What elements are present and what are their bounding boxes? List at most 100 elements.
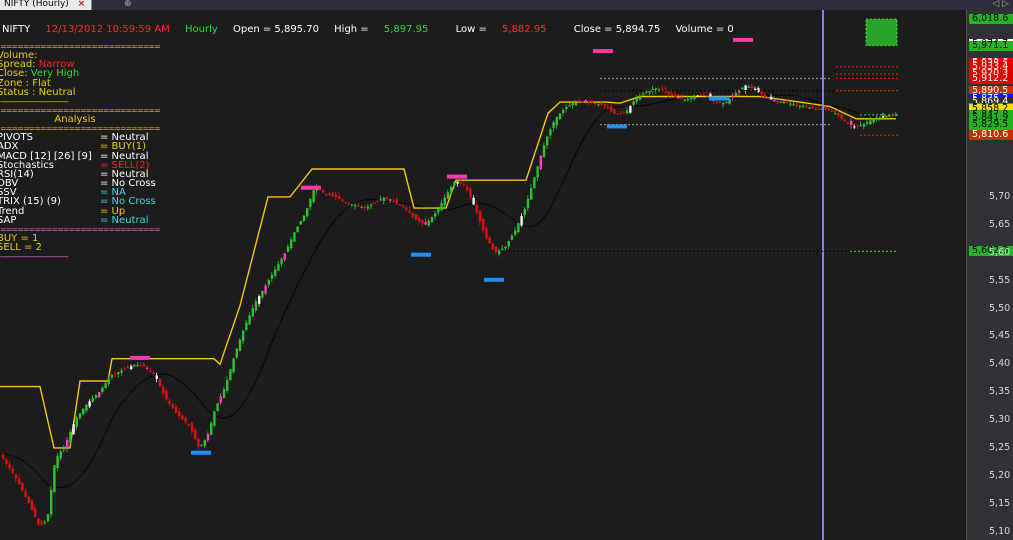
scroll-arrows-icon[interactable]: ◁ ▷ <box>992 0 1009 10</box>
indicator-list: PIVOTS = Neutral ADX = BUY(1) MACD [12] [26]… <box>0 133 160 226</box>
candle-body <box>574 102 578 106</box>
sell-marker <box>130 355 150 360</box>
candle-body <box>482 218 485 231</box>
candle-body <box>686 98 690 101</box>
candle-body <box>213 411 216 426</box>
candle-body <box>2 454 5 460</box>
candle-body <box>798 105 802 107</box>
candle-body <box>459 182 462 184</box>
candle-body <box>139 365 142 367</box>
candle-body <box>834 113 837 115</box>
candle-body <box>136 364 139 367</box>
candle-body <box>606 106 610 109</box>
candle-body <box>200 444 203 446</box>
chart-plot-area[interactable]: NIFTY 12/13/2012 10:59:59 AM Hourly Open… <box>0 10 966 540</box>
candle-body <box>674 94 677 98</box>
candle-body <box>181 415 184 420</box>
candle-body <box>152 372 155 375</box>
candle-body <box>222 389 226 398</box>
candle-body <box>376 200 379 203</box>
candle-body <box>802 106 805 108</box>
candle-body <box>82 408 85 415</box>
candle-body <box>24 491 27 497</box>
volume-label: Volume = 0 <box>675 24 734 35</box>
candle-body <box>571 103 574 106</box>
candle-body <box>110 375 114 378</box>
candle-body <box>354 205 357 207</box>
candle-body <box>373 202 376 204</box>
candle-body <box>66 440 69 449</box>
candle-body <box>344 202 347 204</box>
y-tick-label: 5,60 <box>989 246 1011 258</box>
candle-body <box>270 274 274 279</box>
candle-body <box>194 429 197 439</box>
candle-body <box>837 113 840 116</box>
candle-body <box>37 518 40 525</box>
candle-body <box>72 424 75 435</box>
candle-body <box>808 107 811 109</box>
candle-body <box>34 508 37 518</box>
candle-body <box>350 204 354 206</box>
candle-body <box>158 379 162 387</box>
y-tick-label: 5,40 <box>989 358 1011 370</box>
candle-body <box>824 106 827 109</box>
sell-count: SELL = 2 <box>0 242 42 254</box>
candle-body <box>776 100 779 103</box>
candle-body <box>107 378 110 384</box>
candle-body <box>814 108 818 110</box>
analysis-panel: ==================================== Vol… <box>0 42 160 261</box>
candle-body <box>539 155 542 170</box>
buy-marker <box>709 96 729 101</box>
candle-body <box>830 110 834 112</box>
new-tab-icon[interactable]: ⊕ <box>124 0 132 10</box>
sell-marker <box>593 49 613 54</box>
candle-body <box>587 101 590 103</box>
candle-body <box>98 392 101 398</box>
candle-body <box>8 464 11 469</box>
candle-body <box>408 210 411 213</box>
candle-body <box>411 213 414 217</box>
candle-body <box>427 220 430 226</box>
candle-body <box>811 106 814 109</box>
candle-body <box>626 110 629 114</box>
candle-body <box>203 440 206 446</box>
candle-body <box>53 465 56 492</box>
candle-body <box>149 370 152 372</box>
candle-body <box>677 96 680 99</box>
candle-body <box>494 246 498 253</box>
candle-body <box>501 248 504 250</box>
candle-body <box>750 85 754 88</box>
low-prefix: Low = <box>455 24 491 35</box>
close-label: Close = 5,894.75 <box>573 24 661 35</box>
candle-body <box>347 203 350 205</box>
y-tick-label: 5,20 <box>989 469 1011 481</box>
y-tick-label: 5,50 <box>989 302 1011 314</box>
candle-body <box>366 206 370 209</box>
candle-body <box>616 113 619 115</box>
candle-body <box>258 296 261 304</box>
open-label: Open = 5,895.70 <box>232 24 319 35</box>
candle-body <box>600 103 603 106</box>
candle-body <box>114 373 117 375</box>
price-tag: 6,018.6 <box>969 14 1013 25</box>
close-icon[interactable]: × <box>78 0 86 9</box>
candle-body <box>472 197 475 205</box>
candle-body <box>69 432 72 443</box>
candle-body <box>130 366 133 370</box>
y-tick-label: 5,65 <box>989 218 1011 230</box>
candle-body <box>747 86 750 88</box>
candle-body <box>334 194 338 198</box>
tab-nifty-hourly[interactable]: NIFTY (Hourly) × <box>0 0 93 10</box>
target-box <box>865 18 898 47</box>
candle-body <box>882 116 885 118</box>
price-tag: 5,971.1 <box>969 40 1013 51</box>
price-tag: 5,829.5 <box>969 119 1013 130</box>
candle-body <box>248 315 251 325</box>
candle-body <box>286 246 290 252</box>
price-axis[interactable]: 6,018.65,974.75,971.15,939.85,938.65,933… <box>966 10 1013 540</box>
candle-body <box>302 215 306 221</box>
candle-body <box>549 129 552 136</box>
y-tick-label: 5,15 <box>989 497 1011 509</box>
candle-body <box>578 100 581 102</box>
ohlc-header: NIFTY 12/13/2012 10:59:59 AM Hourly Open… <box>2 24 746 35</box>
